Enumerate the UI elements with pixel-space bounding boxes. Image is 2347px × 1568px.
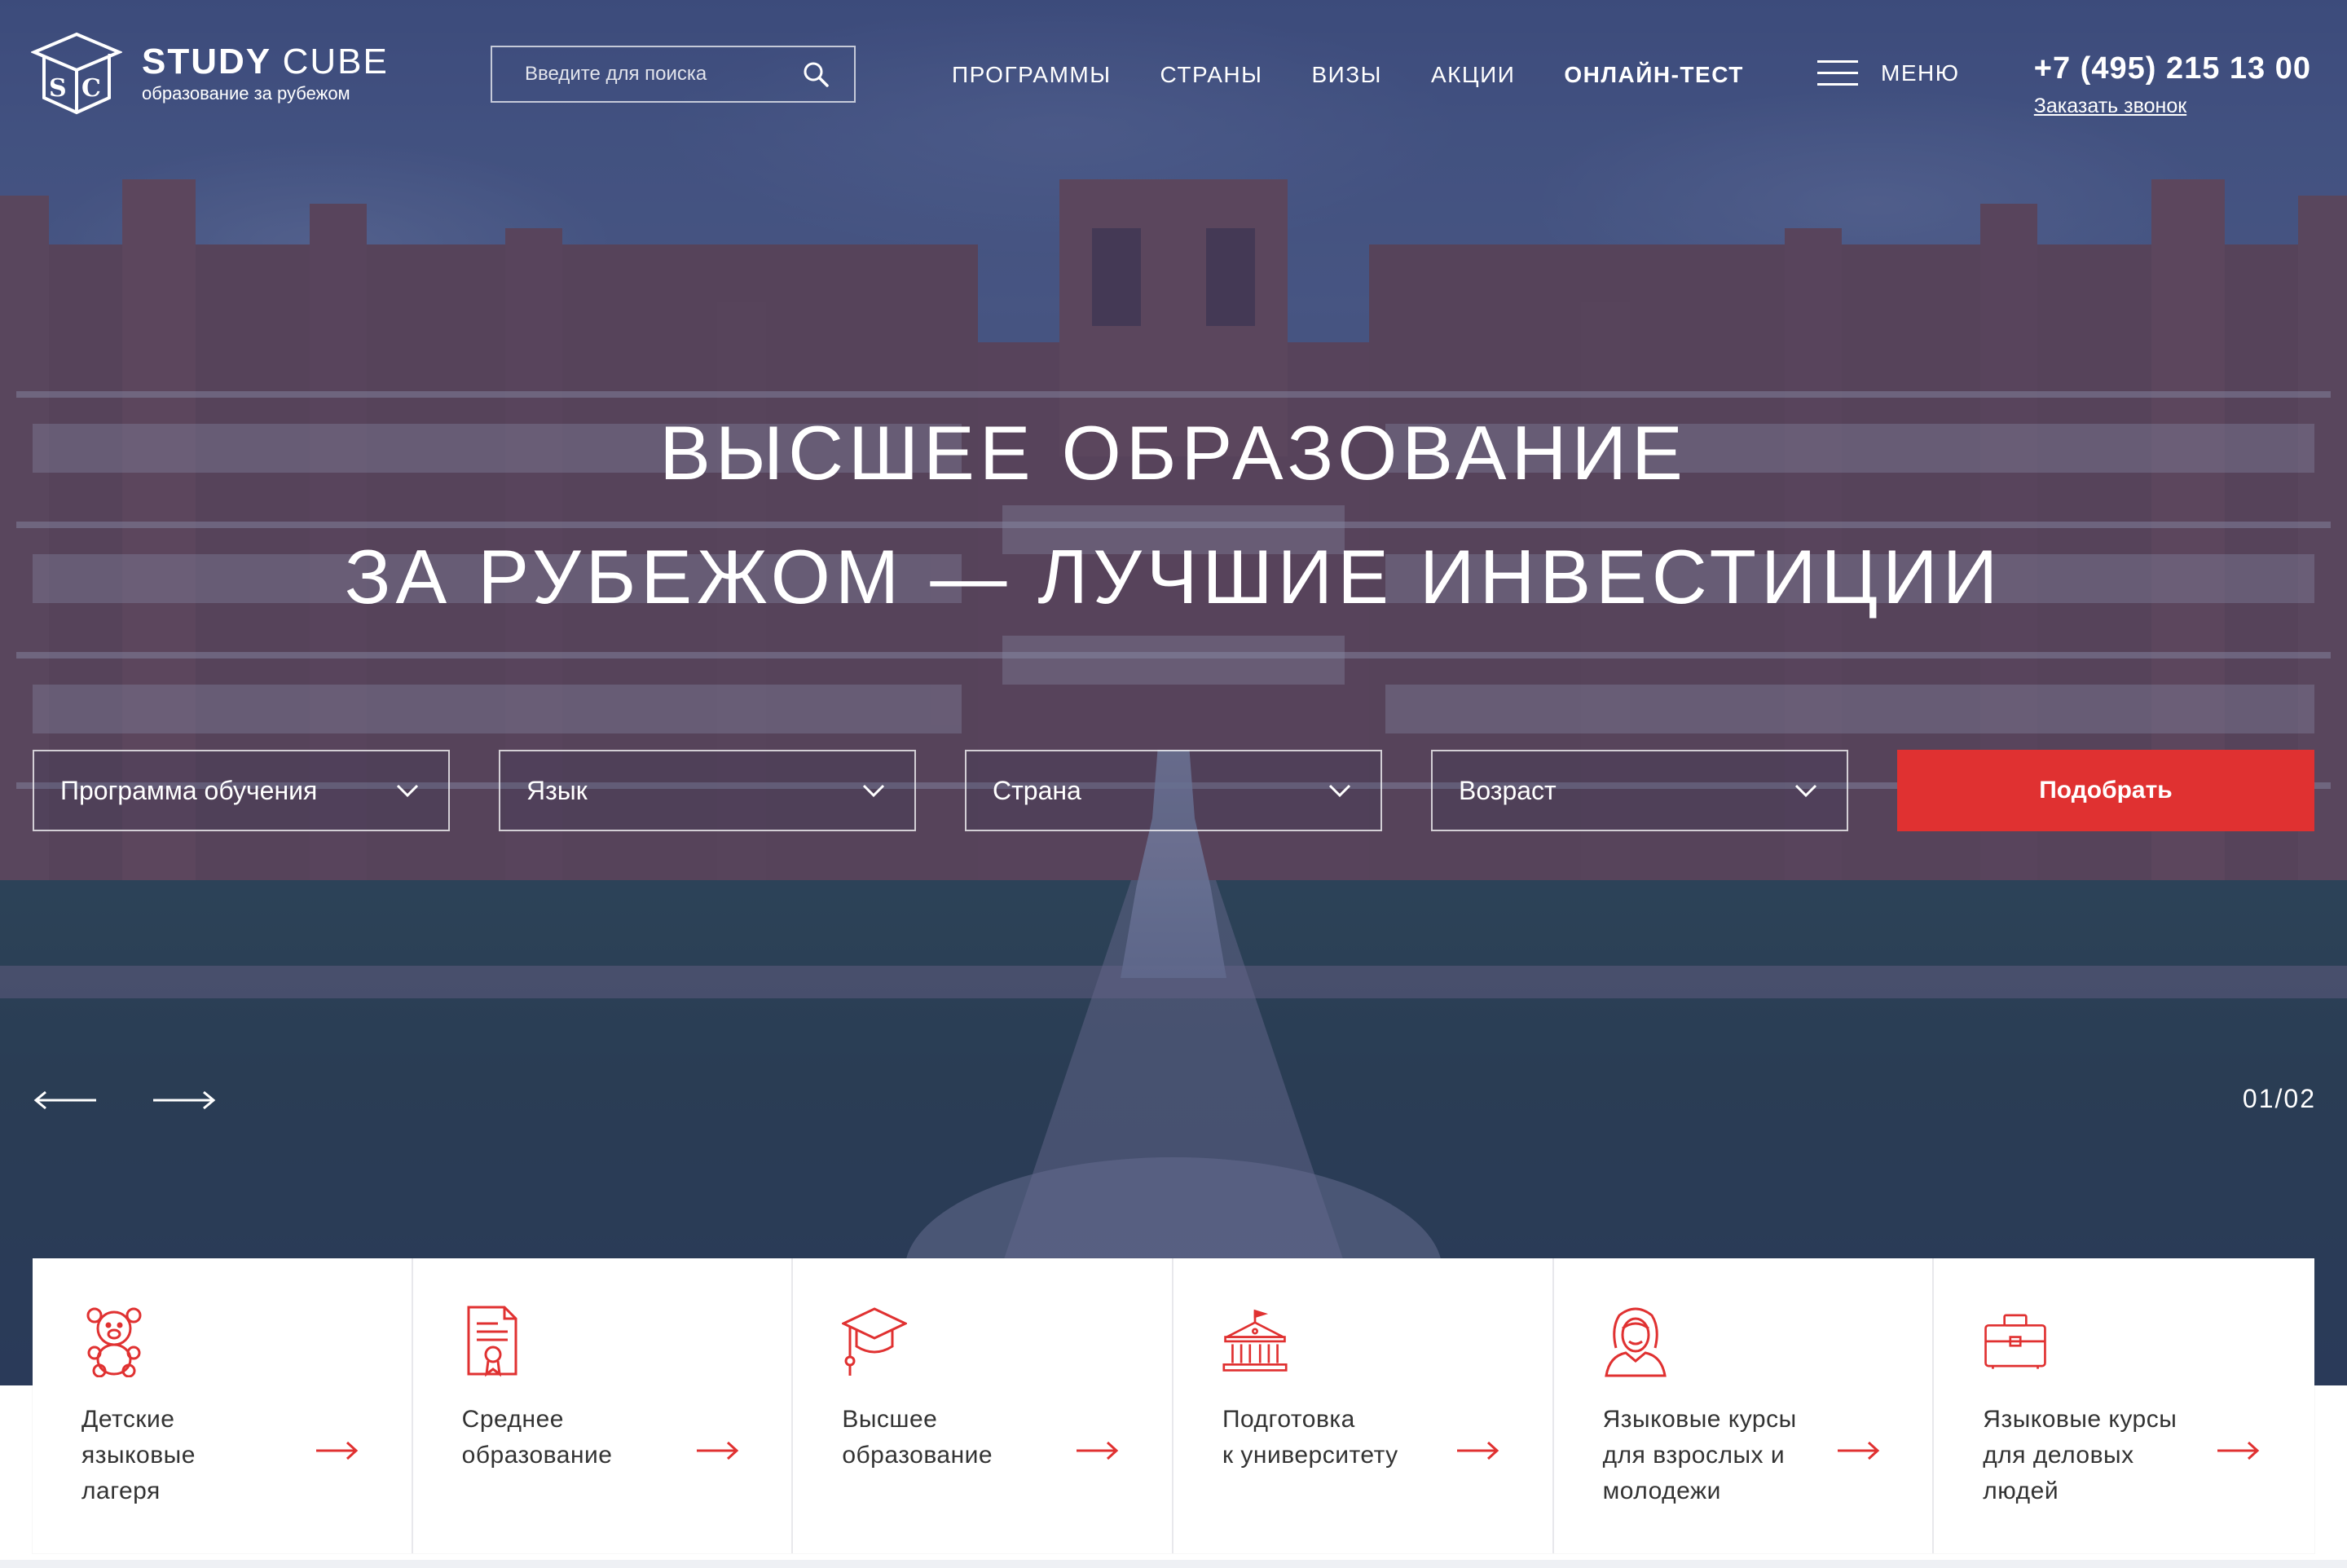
arrow-right-icon [1077, 1441, 1119, 1460]
briefcase-icon [1984, 1314, 2047, 1369]
menu-button[interactable]: МЕНЮ [1817, 59, 1960, 88]
card-university-prep[interactable]: Подготовка к университету [1174, 1258, 1554, 1553]
card-label: Языковые курсы для взрослых и молодежи [1602, 1406, 1797, 1504]
callback-link[interactable]: Заказать звонок [2034, 95, 2311, 118]
language-select[interactable]: Язык [499, 750, 916, 831]
slider-prev-arrow-icon[interactable] [33, 1084, 98, 1117]
search-filters: Программа обучения Язык Страна Возраст П… [33, 750, 2314, 831]
cube-logo-icon: S C [31, 32, 122, 115]
teddy-bear-icon [86, 1307, 142, 1378]
card-kids-camps[interactable]: Детские языковые лагеря [33, 1258, 413, 1553]
card-adult-language-courses[interactable]: Языковые курсы для взрослых и молодежи [1554, 1258, 1935, 1553]
woman-avatar-icon [1604, 1307, 1667, 1377]
page: S C STUDY CUBE образование за рубежом ПР… [0, 0, 2347, 1568]
country-select-label: Страна [993, 775, 1081, 805]
arrow-right-icon [2217, 1441, 2260, 1460]
search-input[interactable] [525, 63, 802, 86]
pick-button[interactable]: Подобрать [1897, 750, 2314, 831]
search-box [491, 46, 856, 103]
card-label: Среднее образование [461, 1406, 613, 1469]
slide-counter: 01/02 [2242, 1084, 2316, 1113]
chevron-down-icon [1794, 784, 1817, 798]
program-cards: Детские языковые лагеря Среднее образование [33, 1258, 2314, 1553]
logo[interactable]: S C STUDY CUBE образование за рубежом [31, 31, 389, 116]
phone-number[interactable]: +7 (495) 215 13 00 [2034, 51, 2311, 86]
main-nav: ПРОГРАММЫ СТРАНЫ ВИЗЫ АКЦИИ ОНЛАЙН-ТЕСТ [952, 59, 1793, 91]
header: S C STUDY CUBE образование за рубежом ПР… [0, 0, 2347, 130]
hero-title-line-1: ВЫСШЕЕ ОБРАЗОВАНИЕ [659, 410, 1688, 496]
card-secondary-education[interactable]: Среднее образование [413, 1258, 794, 1553]
age-select-label: Возраст [1459, 775, 1557, 805]
card-higher-education[interactable]: Высшее образование [793, 1258, 1174, 1553]
card-label: Высшее образование [842, 1406, 993, 1469]
search-icon[interactable] [802, 60, 830, 88]
svg-text:S: S [49, 74, 67, 103]
nav-promotions[interactable]: АКЦИИ [1431, 59, 1515, 91]
university-building-icon [1222, 1309, 1288, 1372]
contact-block: +7 (495) 215 13 00 Заказать звонок [2034, 51, 2311, 118]
card-business-language-courses[interactable]: Языковые курсы для деловых людей [1934, 1258, 2314, 1553]
slider-next-arrow-icon[interactable] [152, 1084, 217, 1117]
card-label: Подготовка к университету [1222, 1406, 1398, 1469]
nav-programs[interactable]: ПРОГРАММЫ [952, 59, 1112, 91]
card-label: Детские языковые лагеря [81, 1406, 196, 1504]
arrow-right-icon [1456, 1441, 1499, 1460]
svg-text:C: C [81, 74, 101, 103]
age-select[interactable]: Возраст [1431, 750, 1848, 831]
nav-countries[interactable]: СТРАНЫ [1160, 59, 1263, 91]
menu-label: МЕНЮ [1881, 60, 1960, 86]
hamburger-icon [1817, 60, 1858, 86]
hero-title: ВЫСШЕЕ ОБРАЗОВАНИЕ ЗА РУБЕЖОМ — ЛУЧШИЕ И… [0, 391, 2347, 639]
hero-title-line-2: ЗА РУБЕЖОМ — ЛУЧШИЕ ИНВЕСТИЦИИ [344, 534, 2003, 619]
arrow-right-icon [1837, 1441, 1879, 1460]
country-select[interactable]: Страна [965, 750, 1382, 831]
nav-online-test[interactable]: ОНЛАЙН-ТЕСТ [1564, 59, 1743, 91]
nav-visas[interactable]: ВИЗЫ [1311, 59, 1382, 91]
chevron-down-icon [862, 784, 885, 798]
program-select[interactable]: Программа обучения [33, 750, 450, 831]
chevron-down-icon [396, 784, 419, 798]
hero-background [0, 0, 2347, 1385]
card-label: Языковые курсы для деловых людей [1983, 1406, 2177, 1504]
arrow-right-icon [316, 1441, 359, 1460]
brand-tagline: образование за рубежом [142, 83, 350, 104]
program-select-label: Программа обучения [60, 775, 318, 805]
language-select-label: Язык [526, 775, 588, 805]
arrow-right-icon [696, 1441, 738, 1460]
certificate-icon [467, 1306, 517, 1377]
brand-name: STUDY CUBE [142, 42, 389, 81]
graduation-cap-icon [840, 1307, 909, 1376]
chevron-down-icon [1328, 784, 1351, 798]
